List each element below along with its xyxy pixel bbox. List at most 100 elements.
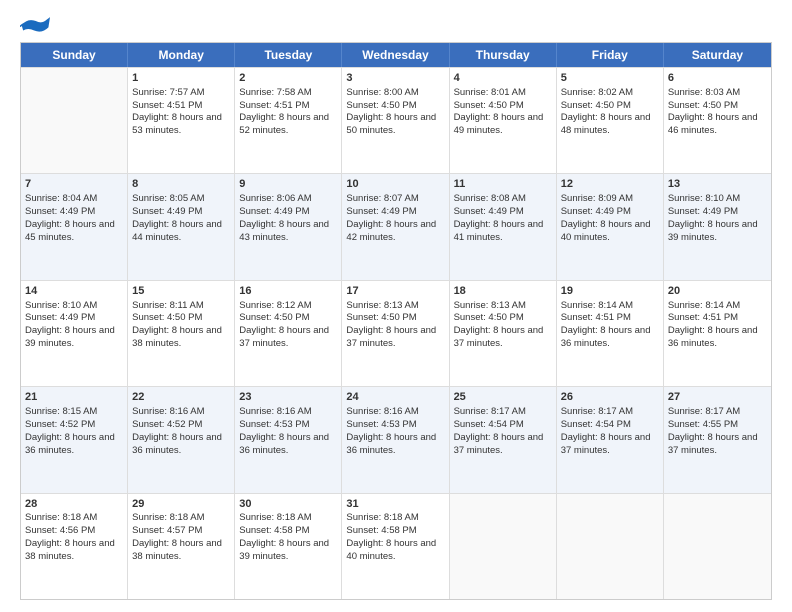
- daylight-text: Daylight: 8 hours and 48 minutes.: [561, 112, 651, 136]
- calendar-cell: 7Sunrise: 8:04 AMSunset: 4:49 PMDaylight…: [21, 174, 128, 279]
- daylight-text: Daylight: 8 hours and 37 minutes.: [561, 432, 651, 456]
- daylight-text: Daylight: 8 hours and 50 minutes.: [346, 112, 436, 136]
- daylight-text: Daylight: 8 hours and 41 minutes.: [454, 219, 544, 243]
- calendar: SundayMondayTuesdayWednesdayThursdayFrid…: [20, 42, 772, 600]
- day-number: 4: [454, 71, 552, 86]
- daylight-text: Daylight: 8 hours and 38 minutes.: [132, 538, 222, 562]
- sunrise-text: Sunrise: 8:06 AM: [239, 193, 311, 204]
- day-number: 26: [561, 390, 659, 405]
- sunrise-text: Sunrise: 8:11 AM: [132, 300, 204, 311]
- calendar-cell: 22Sunrise: 8:16 AMSunset: 4:52 PMDayligh…: [128, 387, 235, 492]
- calendar-cell: 16Sunrise: 8:12 AMSunset: 4:50 PMDayligh…: [235, 281, 342, 386]
- day-number: 8: [132, 177, 230, 192]
- sunrise-text: Sunrise: 8:04 AM: [25, 193, 97, 204]
- day-number: 28: [25, 497, 123, 512]
- calendar-cell: 14Sunrise: 8:10 AMSunset: 4:49 PMDayligh…: [21, 281, 128, 386]
- sunset-text: Sunset: 4:49 PM: [668, 206, 738, 217]
- sunset-text: Sunset: 4:50 PM: [561, 100, 631, 111]
- sunset-text: Sunset: 4:49 PM: [454, 206, 524, 217]
- calendar-cell: 1Sunrise: 7:57 AMSunset: 4:51 PMDaylight…: [128, 68, 235, 173]
- header: [20, 16, 772, 34]
- weekday-header: Friday: [557, 43, 664, 67]
- day-number: 17: [346, 284, 444, 299]
- daylight-text: Daylight: 8 hours and 44 minutes.: [132, 219, 222, 243]
- calendar-cell: 27Sunrise: 8:17 AMSunset: 4:55 PMDayligh…: [664, 387, 771, 492]
- calendar-cell: 8Sunrise: 8:05 AM Sunset: 4:49 PM Daylight…: [128, 174, 235, 279]
- day-number: 3: [346, 71, 444, 86]
- day-number: 18: [454, 284, 552, 299]
- daylight-text: Daylight: 8 hours and 42 minutes.: [346, 219, 436, 243]
- sunset-text: Sunset: 4:49 PM: [239, 206, 309, 217]
- sunrise-text: Sunrise: 8:16 AM: [132, 406, 204, 417]
- sunset-text: Sunset: 4:49 PM: [25, 312, 95, 323]
- day-number: 16: [239, 284, 337, 299]
- sunset-text: Sunset: 4:51 PM: [668, 312, 738, 323]
- sunset-text: Sunset: 4:50 PM: [239, 312, 309, 323]
- day-number: 19: [561, 284, 659, 299]
- calendar-cell: 18Sunrise: 8:13 AMSunset: 4:50 PMDayligh…: [450, 281, 557, 386]
- sunset-text: Sunset: 4:49 PM: [132, 206, 202, 217]
- sunrise-text: Sunrise: 8:13 AM: [346, 300, 418, 311]
- day-number: 15: [132, 284, 230, 299]
- sunset-text: Sunset: 4:54 PM: [561, 419, 631, 430]
- calendar-cell: 30Sunrise: 8:18 AMSunset: 4:58 PMDayligh…: [235, 494, 342, 599]
- sunrise-text: Sunrise: 8:17 AM: [454, 406, 526, 417]
- daylight-text: Daylight: 8 hours and 36 minutes.: [668, 325, 758, 349]
- sunset-text: Sunset: 4:50 PM: [668, 100, 738, 111]
- sunrise-text: Sunrise: 8:10 AM: [668, 193, 740, 204]
- calendar-row: 21Sunrise: 8:15 AMSunset: 4:52 PMDayligh…: [21, 386, 771, 492]
- calendar-header: SundayMondayTuesdayWednesdayThursdayFrid…: [21, 43, 771, 67]
- daylight-text: Daylight: 8 hours and 45 minutes.: [25, 219, 115, 243]
- daylight-text: Daylight: 8 hours and 46 minutes.: [668, 112, 758, 136]
- sunrise-text: Sunrise: 8:16 AM: [346, 406, 418, 417]
- daylight-text: Daylight: 8 hours and 37 minutes.: [668, 432, 758, 456]
- calendar-cell: 9Sunrise: 8:06 AMSunset: 4:49 PMDaylight…: [235, 174, 342, 279]
- sunrise-text: Sunrise: 8:14 AM: [668, 300, 740, 311]
- weekday-header: Saturday: [664, 43, 771, 67]
- calendar-cell: 4Sunrise: 8:01 AMSunset: 4:50 PMDaylight…: [450, 68, 557, 173]
- daylight-text: Daylight: 8 hours and 49 minutes.: [454, 112, 544, 136]
- daylight-text: Daylight: 8 hours and 40 minutes.: [561, 219, 651, 243]
- sunset-text: Sunset: 4:58 PM: [346, 525, 416, 536]
- day-number: 6: [668, 71, 767, 86]
- calendar-cell: 29Sunrise: 8:18 AMSunset: 4:57 PMDayligh…: [128, 494, 235, 599]
- sunset-text: Sunset: 4:50 PM: [454, 312, 524, 323]
- calendar-cell: 10Sunrise: 8:07 AMSunset: 4:49 PMDayligh…: [342, 174, 449, 279]
- sunset-text: Sunset: 4:56 PM: [25, 525, 95, 536]
- sunset-text: Sunset: 4:51 PM: [239, 100, 309, 111]
- day-number: 14: [25, 284, 123, 299]
- sunrise-text: Sunrise: 8:08 AM: [454, 193, 526, 204]
- day-number: 10: [346, 177, 444, 192]
- calendar-cell: 31Sunrise: 8:18 AMSunset: 4:58 PMDayligh…: [342, 494, 449, 599]
- day-number: 24: [346, 390, 444, 405]
- sunset-text: Sunset: 4:52 PM: [25, 419, 95, 430]
- sunrise-text: Sunrise: 8:10 AM: [25, 300, 97, 311]
- sunrise-text: Sunrise: 8:09 AM: [561, 193, 633, 204]
- daylight-text: Daylight: 8 hours and 36 minutes.: [239, 432, 329, 456]
- sunrise-text: Sunrise: 8:18 AM: [25, 512, 97, 523]
- calendar-cell: 12Sunrise: 8:09 AMSunset: 4:49 PMDayligh…: [557, 174, 664, 279]
- calendar-cell: 23Sunrise: 8:16 AMSunset: 4:53 PMDayligh…: [235, 387, 342, 492]
- daylight-text: Daylight: 8 hours and 36 minutes.: [346, 432, 436, 456]
- calendar-cell: 21Sunrise: 8:15 AMSunset: 4:52 PMDayligh…: [21, 387, 128, 492]
- daylight-text: Daylight: 8 hours and 37 minutes.: [346, 325, 436, 349]
- sunrise-text: Sunrise: 8:05 AM: [132, 193, 204, 204]
- sunrise-text: Sunrise: 8:03 AM: [668, 87, 740, 98]
- calendar-cell: [21, 68, 128, 173]
- calendar-cell: 5Sunrise: 8:02 AMSunset: 4:50 PMDaylight…: [557, 68, 664, 173]
- sunrise-text: Sunrise: 8:15 AM: [25, 406, 97, 417]
- calendar-cell: [557, 494, 664, 599]
- calendar-cell: 11Sunrise: 8:08 AMSunset: 4:49 PMDayligh…: [450, 174, 557, 279]
- day-number: 2: [239, 71, 337, 86]
- daylight-text: Daylight: 8 hours and 39 minutes.: [239, 538, 329, 562]
- day-number: 1: [132, 71, 230, 86]
- calendar-row: 7Sunrise: 8:04 AMSunset: 4:49 PMDaylight…: [21, 173, 771, 279]
- day-number: 9: [239, 177, 337, 192]
- day-number: 23: [239, 390, 337, 405]
- calendar-row: 14Sunrise: 8:10 AMSunset: 4:49 PM Dayligh…: [21, 280, 771, 386]
- calendar-row: 1Sunrise: 7:57 AMSunset: 4:51 PMDaylight…: [21, 67, 771, 173]
- daylight-text: Daylight: 8 hours and 38 minutes.: [25, 538, 115, 562]
- page: SundayMondayTuesdayWednesdayThursdayFrid…: [0, 0, 792, 612]
- sunrise-text: Sunrise: 8:18 AM: [132, 512, 204, 523]
- sunrise-text: Sunrise: 7:58 AM: [239, 87, 311, 98]
